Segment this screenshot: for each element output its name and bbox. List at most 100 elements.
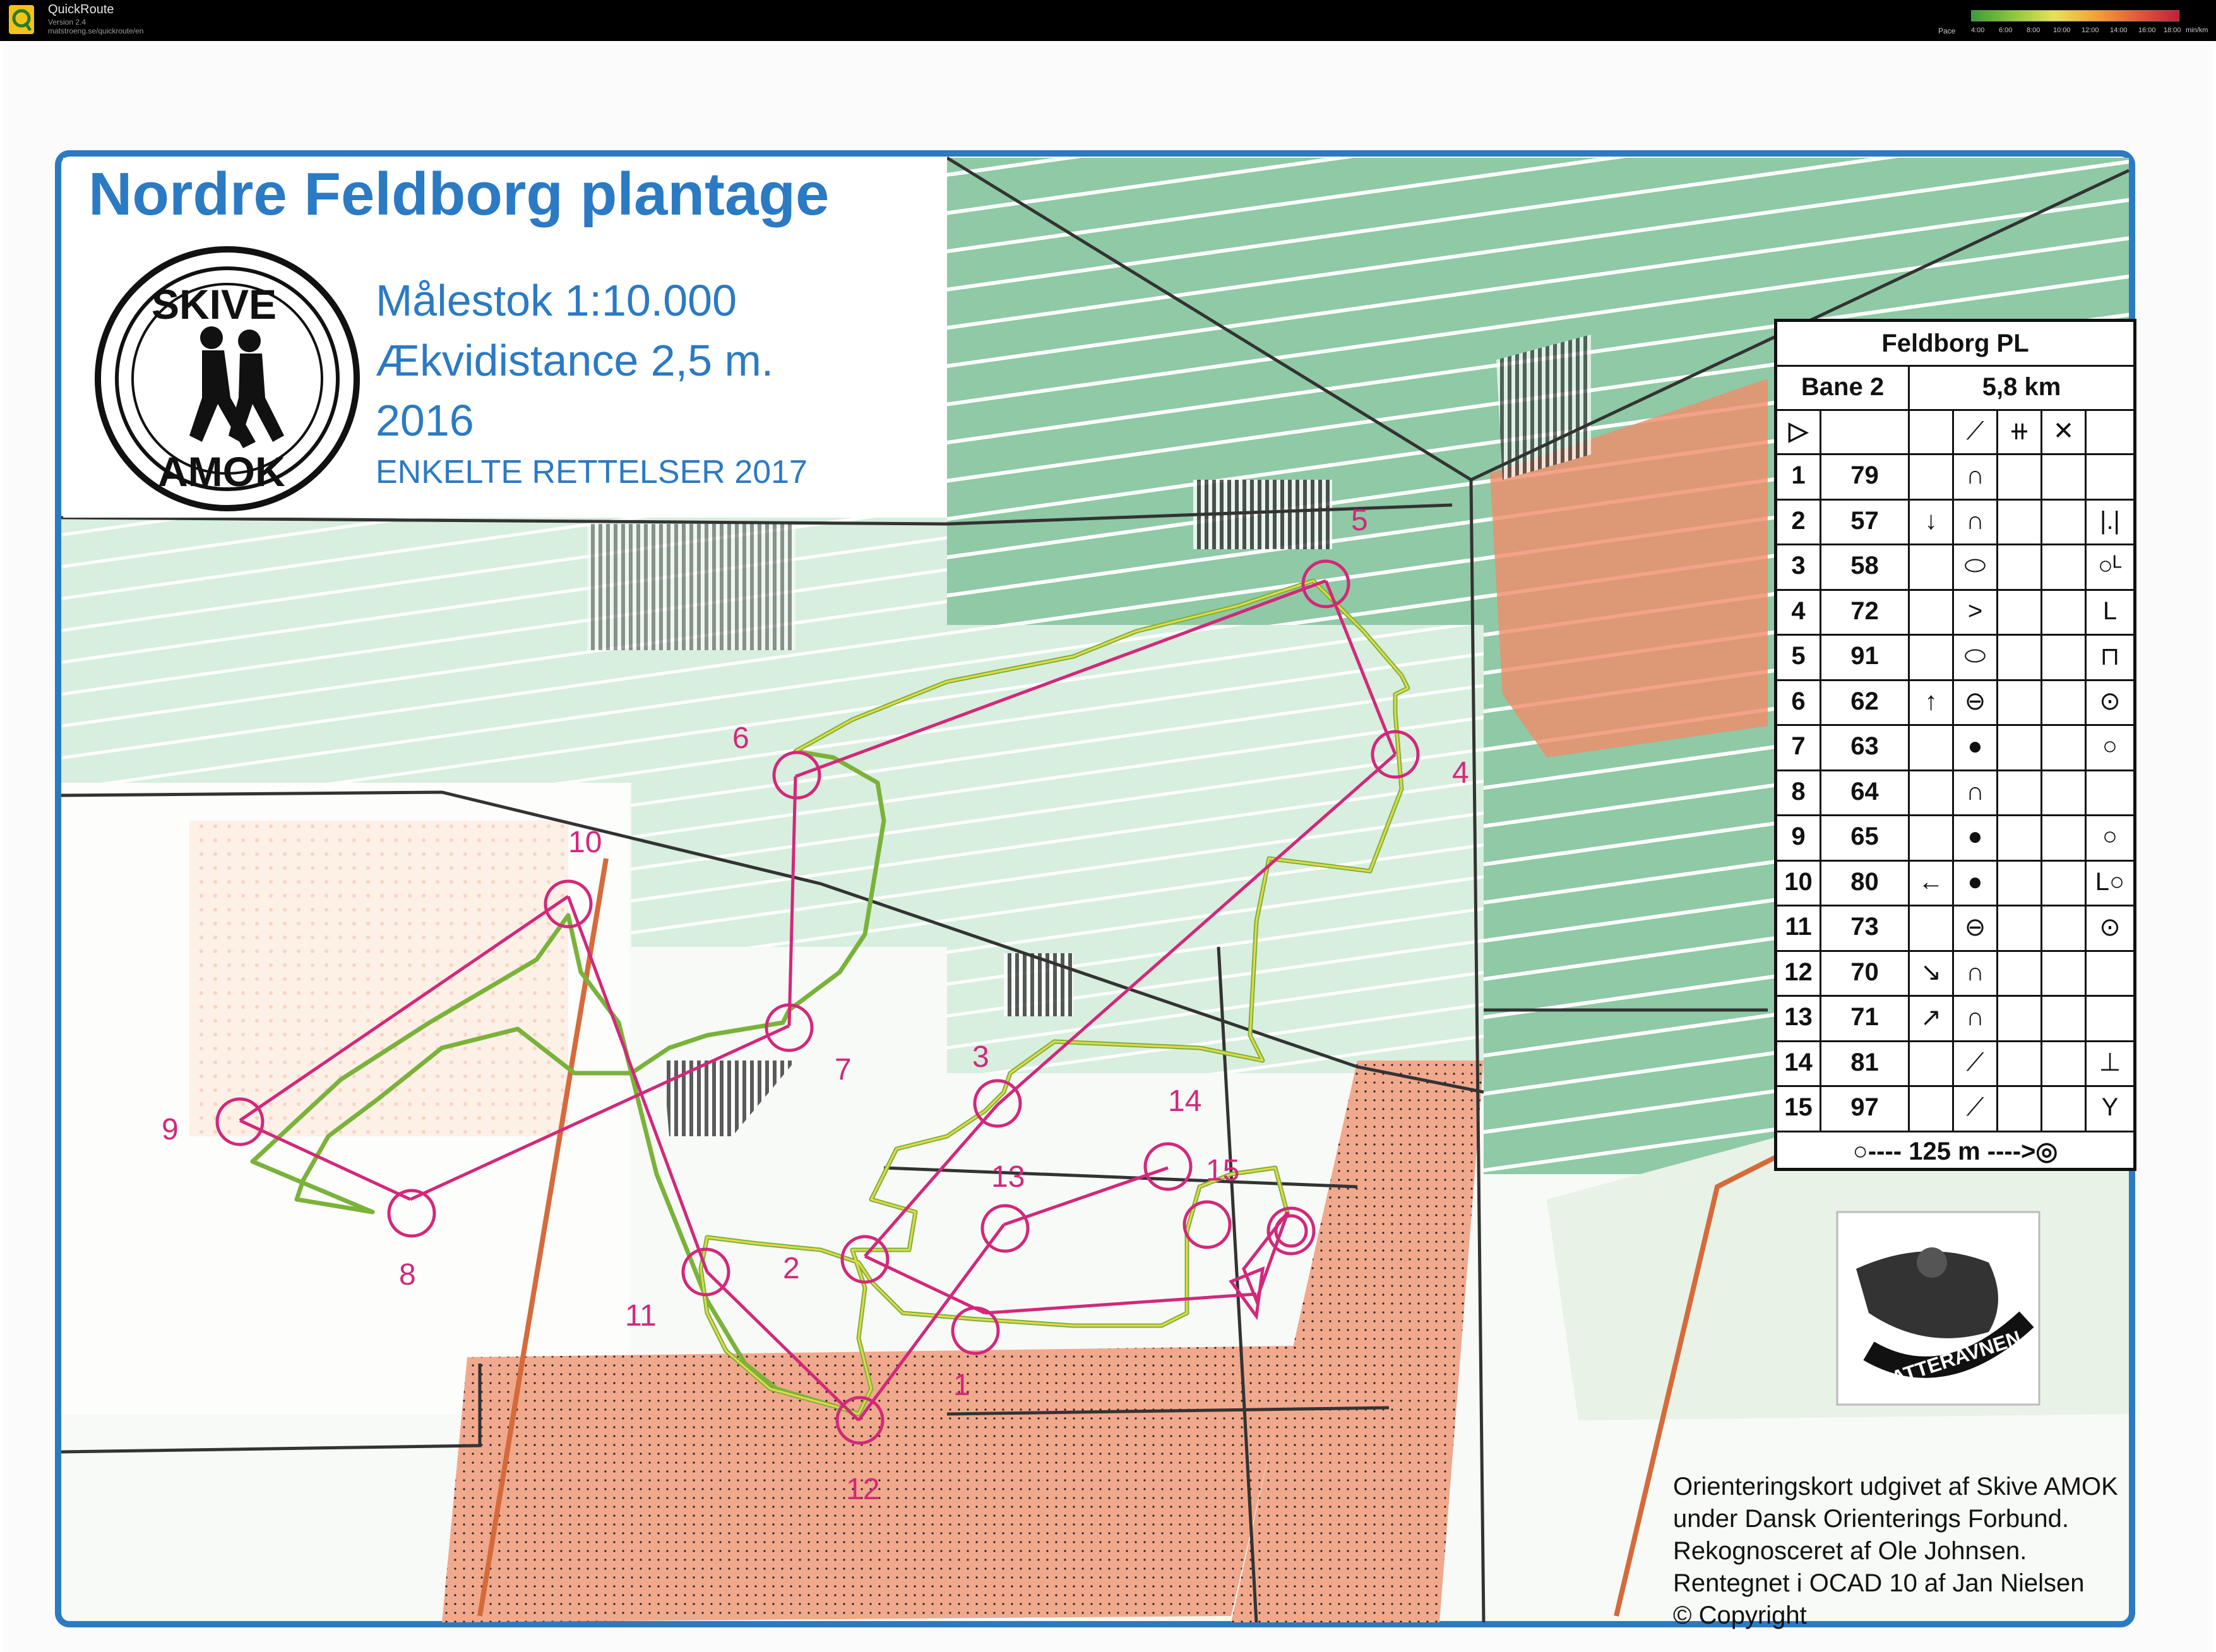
appearance-cell xyxy=(1998,949,2042,995)
control-order: 5 xyxy=(1777,634,1821,679)
feature-icon: ⟋ xyxy=(1954,1085,1998,1131)
control-code: 71 xyxy=(1821,995,1910,1040)
feature-icon: ∩ xyxy=(1954,995,1998,1040)
location-icon: ⊙ xyxy=(2099,687,2121,716)
feature-icon: > xyxy=(1954,588,1998,634)
app-version: Version 2.4 xyxy=(48,18,86,27)
course-length: 5,8 km xyxy=(1982,372,2061,401)
location-icon xyxy=(2087,453,2133,499)
description-row: 15 97 ⟋ Y xyxy=(1777,1085,2133,1132)
control-code: 62 xyxy=(1821,679,1910,724)
pace-tick: 16:00 xyxy=(2138,27,2156,34)
appearance-cell xyxy=(1998,995,2042,1040)
quickroute-logo-icon xyxy=(9,5,34,34)
control-number: 6 xyxy=(732,722,749,755)
year-label: 2016 xyxy=(376,396,474,445)
appearance-cell xyxy=(1998,498,2042,544)
pace-ticks: 4:00 6:00 8:00 10:00 12:00 14:00 16:00 1… xyxy=(1971,27,2181,35)
direction-icon: ↓ xyxy=(1910,498,1954,544)
map-title: Nordre Feldborg plantage xyxy=(88,160,829,228)
feature-icon: ∩ xyxy=(1954,453,1998,499)
control-number: 9 xyxy=(162,1113,179,1146)
control-code: 63 xyxy=(1821,724,1910,770)
detail-cell xyxy=(2042,588,2087,634)
club-logo-top-text: SKIVE xyxy=(152,281,277,328)
direction-icon xyxy=(1910,724,1954,770)
direction-icon: ← xyxy=(1910,859,1954,905)
detail-cell xyxy=(2042,859,2087,905)
feature-icon: ⊖ xyxy=(1954,679,1998,724)
start-triangle-icon: ▷ xyxy=(1777,409,1821,453)
pace-tick: 18:00 xyxy=(2164,27,2181,34)
control-order: 12 xyxy=(1777,949,1821,995)
app-title: QuickRoute xyxy=(48,3,114,16)
description-row: 12 70 ↘ ∩ xyxy=(1777,949,2133,997)
fence-icon: ⧺ xyxy=(1998,409,2042,453)
feature-icon: ∩ xyxy=(1954,498,1998,544)
start-empty xyxy=(1821,409,1910,453)
control-number: 5 xyxy=(1351,504,1368,537)
description-row: 13 71 ↗ ∩ xyxy=(1777,995,2133,1042)
crossing-icon: ✕ xyxy=(2042,409,2087,453)
location-icon: ○ᴸ xyxy=(2097,552,2123,580)
control-code: 70 xyxy=(1821,949,1910,995)
control-number: 8 xyxy=(399,1258,416,1292)
description-row: 8 64 ∩ xyxy=(1777,769,2133,816)
control-order: 15 xyxy=(1777,1085,1821,1131)
appearance-cell xyxy=(1998,859,2042,905)
detail-cell xyxy=(2042,724,2087,770)
control-order: 14 xyxy=(1777,1040,1821,1085)
copyright-line: Rentegnet i OCAD 10 af Jan Nielsen xyxy=(1673,1569,2085,1597)
start-dir xyxy=(1910,409,1954,453)
course-row: Bane 2 5,8 km xyxy=(1777,365,2133,411)
appearance-cell xyxy=(1998,814,2042,860)
detail-cell xyxy=(2042,679,2087,724)
direction-icon xyxy=(1910,453,1954,499)
copyright-line: Orienteringskort udgivet af Skive AMOK xyxy=(1673,1473,2118,1500)
pace-tick: 12:00 xyxy=(2082,27,2099,34)
location-icon xyxy=(2087,950,2133,995)
detail-cell xyxy=(2042,949,2087,995)
control-number: 13 xyxy=(991,1160,1025,1194)
description-row: 10 80 ← ● L○ xyxy=(1777,859,2133,906)
appearance-cell xyxy=(1998,769,2042,814)
feature-icon: ● xyxy=(1954,859,1998,905)
description-header-row: Feldborg PL xyxy=(1777,322,2133,367)
control-code: 73 xyxy=(1821,905,1910,950)
control-order: 2 xyxy=(1777,498,1821,544)
detail-cell xyxy=(2042,814,2087,860)
control-number: 1 xyxy=(953,1369,970,1402)
direction-icon xyxy=(1910,544,1954,589)
scale-label: Målestok 1:10.000 xyxy=(376,276,737,325)
location-icon: ⊙ xyxy=(2099,913,2121,941)
path-icon: ⟋ xyxy=(1954,409,1998,453)
feature-icon: ● xyxy=(1954,814,1998,860)
window-titlebar: QuickRoute Version 2.4 matstroeng.se/qui… xyxy=(0,0,2216,41)
control-order: 8 xyxy=(1777,769,1821,814)
control-order: 9 xyxy=(1777,814,1821,860)
start-extra xyxy=(2087,409,2133,453)
control-code: 81 xyxy=(1821,1040,1910,1085)
detail-cell xyxy=(2042,498,2087,544)
sponsor-logo: NATTERAVNEN xyxy=(1836,1211,2040,1406)
description-row: 7 63 ● ○ xyxy=(1777,724,2133,771)
control-number: 4 xyxy=(1452,756,1469,790)
copyright-line: Rekognosceret af Ole Johnsen. xyxy=(1673,1537,2027,1565)
control-number: 3 xyxy=(972,1040,989,1074)
appearance-cell xyxy=(1998,634,2042,679)
control-order: 6 xyxy=(1777,679,1821,724)
appearance-cell xyxy=(1998,544,2042,589)
appearance-cell xyxy=(1998,1040,2042,1085)
detail-cell xyxy=(2042,1040,2087,1085)
pace-tick: 4:00 xyxy=(1971,27,1985,34)
pace-tick: 10:00 xyxy=(2053,27,2071,34)
app-url: matstroeng.se/quickroute/en xyxy=(48,27,144,35)
control-code: 79 xyxy=(1821,453,1910,499)
control-order: 3 xyxy=(1777,544,1821,589)
direction-icon: ↑ xyxy=(1910,679,1954,724)
control-order: 13 xyxy=(1777,995,1821,1040)
location-icon: L xyxy=(2102,597,2118,625)
direction-icon xyxy=(1910,1085,1954,1131)
control-order: 11 xyxy=(1777,905,1821,950)
location-icon: |.| xyxy=(2100,506,2120,535)
